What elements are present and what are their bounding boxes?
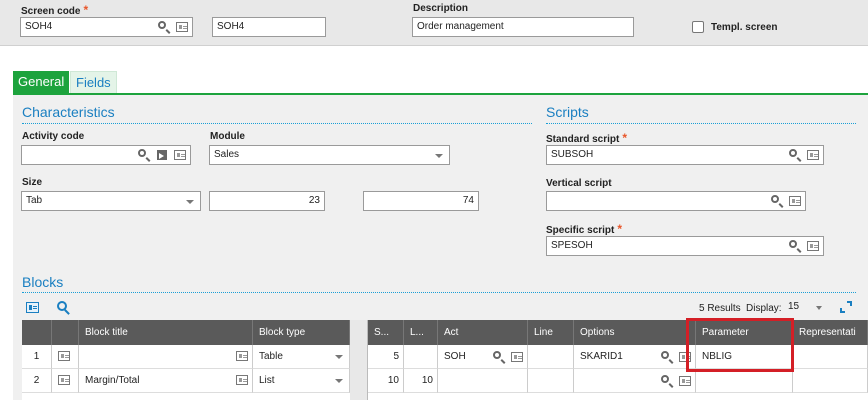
l-cell[interactable]: 10 <box>404 369 438 393</box>
vertical-script-label: Vertical script <box>546 178 612 189</box>
display-select[interactable]: 15 <box>788 301 828 315</box>
block-type-cell[interactable]: Table <box>253 345 350 369</box>
vertical-script-input[interactable] <box>546 191 806 211</box>
module-label: Module <box>210 131 245 142</box>
specific-script-label: Specific script * <box>546 222 623 236</box>
size-number-1[interactable]: 23 <box>209 191 325 211</box>
search-icon[interactable] <box>57 301 71 315</box>
options-cell[interactable] <box>574 369 696 393</box>
parameter-cell[interactable] <box>696 369 793 393</box>
block-title-cell[interactable]: Margin/Total <box>79 369 253 393</box>
table-row[interactable] <box>52 345 79 369</box>
line-cell[interactable] <box>528 345 574 369</box>
size-select[interactable]: Tab <box>21 191 201 211</box>
results-count: 5 Results <box>699 303 741 314</box>
characteristics-divider <box>22 123 532 124</box>
required-asterisk: * <box>622 131 628 145</box>
search-icon[interactable] <box>661 351 673 363</box>
card-icon[interactable] <box>236 351 248 363</box>
representation-cell[interactable] <box>793 345 868 369</box>
table-row[interactable] <box>52 369 79 393</box>
description-input[interactable]: Order management <box>412 17 634 37</box>
display-label: Display: <box>746 303 782 314</box>
required-asterisk: * <box>83 3 89 17</box>
chevron-down-icon <box>816 306 822 310</box>
card-icon[interactable] <box>679 375 691 387</box>
parameter-highlight-box <box>686 318 794 372</box>
card-view-icon[interactable] <box>26 302 39 313</box>
characteristics-title: Characteristics <box>22 104 115 120</box>
required-asterisk: * <box>617 222 623 236</box>
column-options[interactable]: Options <box>574 320 696 345</box>
card-icon[interactable] <box>58 375 70 387</box>
column-representation[interactable]: Representati <box>793 320 868 345</box>
options-cell[interactable]: SKARID1 <box>574 345 696 369</box>
act-cell[interactable]: SOH <box>438 345 528 369</box>
l-cell[interactable] <box>404 345 438 369</box>
card-icon[interactable] <box>789 195 801 207</box>
scripts-divider <box>546 123 856 124</box>
search-icon[interactable] <box>138 149 150 161</box>
grid-header-num <box>22 320 52 345</box>
block-title-cell[interactable] <box>79 345 253 369</box>
templ-screen-checkbox[interactable] <box>692 21 704 33</box>
block-type-cell[interactable]: List <box>253 369 350 393</box>
s-cell[interactable]: 5 <box>368 345 404 369</box>
chevron-down-icon <box>186 200 194 204</box>
activity-code-input[interactable] <box>21 145 191 165</box>
search-icon[interactable] <box>771 195 783 207</box>
tab-fields[interactable]: Fields <box>70 71 117 93</box>
expand-icon[interactable] <box>840 301 852 313</box>
column-block-type[interactable]: Block type <box>253 320 350 345</box>
search-icon[interactable] <box>158 21 170 33</box>
search-icon[interactable] <box>661 375 673 387</box>
column-block-title[interactable]: Block title <box>79 320 253 345</box>
row-number: 2 <box>22 369 52 393</box>
grid-header-icon <box>52 320 79 345</box>
column-l[interactable]: L... <box>404 320 438 345</box>
line-cell[interactable] <box>528 369 574 393</box>
standard-script-input[interactable]: SUBSOH <box>546 145 824 165</box>
column-line[interactable]: Line <box>528 320 574 345</box>
size-number-2[interactable]: 74 <box>363 191 479 211</box>
act-cell[interactable] <box>438 369 528 393</box>
card-icon[interactable] <box>58 351 70 363</box>
standard-script-label: Standard script * <box>546 131 628 145</box>
search-icon[interactable] <box>789 149 801 161</box>
search-icon[interactable] <box>789 240 801 252</box>
screen-code-label: Screen code * <box>21 3 89 17</box>
chevron-down-icon <box>335 355 343 359</box>
activity-code-label: Activity code <box>22 131 85 142</box>
s-cell[interactable]: 10 <box>368 369 404 393</box>
frozen-divider <box>350 320 368 400</box>
chevron-down-icon <box>335 379 343 383</box>
card-icon[interactable] <box>511 351 523 363</box>
jump-icon[interactable] <box>156 149 168 161</box>
scripts-title: Scripts <box>546 104 589 120</box>
chevron-down-icon <box>435 154 443 158</box>
card-icon[interactable] <box>236 375 248 387</box>
card-icon[interactable] <box>174 149 186 161</box>
screen-code-input[interactable]: SOH4 <box>20 17 193 37</box>
blocks-divider <box>22 292 856 293</box>
representation-cell[interactable] <box>793 369 868 393</box>
card-icon[interactable] <box>807 149 819 161</box>
size-label: Size <box>22 177 43 188</box>
module-select[interactable]: Sales <box>209 145 450 165</box>
description-label: Description <box>413 3 469 14</box>
card-icon[interactable] <box>176 21 188 33</box>
row-number: 1 <box>22 345 52 369</box>
search-icon[interactable] <box>493 351 505 363</box>
blocks-title: Blocks <box>22 274 64 290</box>
screen-code-copy-field: SOH4 <box>212 17 326 37</box>
specific-script-input[interactable]: SPESOH <box>546 236 824 256</box>
column-s[interactable]: S... <box>368 320 404 345</box>
tab-general[interactable]: General <box>13 71 70 93</box>
column-act[interactable]: Act <box>438 320 528 345</box>
card-icon[interactable] <box>807 240 819 252</box>
templ-screen-label: Templ. screen <box>711 22 778 33</box>
